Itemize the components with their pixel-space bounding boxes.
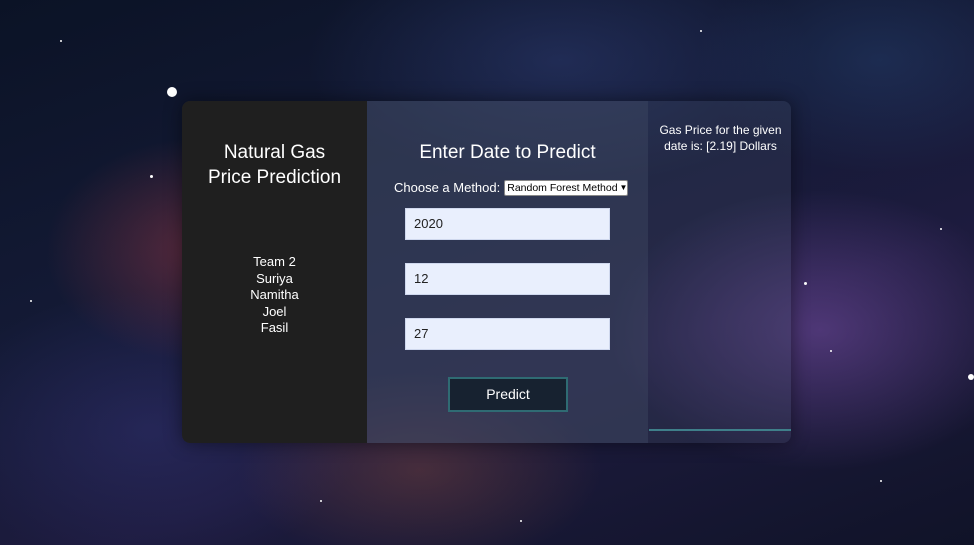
prediction-card: Natural Gas Price Prediction Team 2 Suri… — [182, 101, 791, 443]
predict-button[interactable]: Predict — [448, 377, 568, 412]
team-sidebar: Natural Gas Price Prediction Team 2 Suri… — [182, 101, 367, 443]
team-member: Suriya — [256, 270, 293, 286]
method-select[interactable]: Random Forest Method ▼ — [504, 180, 629, 196]
method-label: Choose a Method: — [394, 180, 501, 195]
method-selected-value: Random Forest Method — [507, 182, 618, 194]
team-member: Fasil — [260, 320, 289, 336]
star — [30, 300, 32, 302]
app-title: Natural Gas Price Prediction — [207, 142, 342, 188]
star — [520, 520, 522, 522]
star — [60, 40, 62, 42]
form-title: Enter Date to Predict — [419, 142, 596, 163]
star — [167, 87, 177, 97]
prediction-form: Enter Date to Predict Choose a Method: R… — [367, 101, 648, 443]
team-label: Team 2 — [253, 254, 296, 269]
day-input[interactable]: 27 — [405, 318, 610, 350]
star — [940, 228, 942, 230]
month-input[interactable]: 12 — [405, 263, 610, 295]
star — [968, 374, 974, 380]
team-list: Team 2 Suriya Namitha Joel Fasil — [182, 254, 367, 337]
team-member: Namitha — [250, 287, 299, 303]
star — [150, 175, 153, 178]
star — [700, 30, 702, 32]
chevron-down-icon: ▼ — [619, 183, 628, 192]
year-input[interactable]: 2020 — [405, 208, 610, 240]
star — [320, 500, 322, 502]
result-text: Gas Price for the given date is: [2.19] … — [659, 123, 782, 153]
method-row: Choose a Method: Random Forest Method ▼ — [394, 180, 629, 196]
star — [880, 480, 882, 482]
team-member: Joel — [262, 303, 287, 319]
star — [830, 350, 832, 352]
result-panel: Gas Price for the given date is: [2.19] … — [648, 101, 791, 443]
star — [804, 282, 807, 285]
result-divider — [649, 429, 791, 431]
